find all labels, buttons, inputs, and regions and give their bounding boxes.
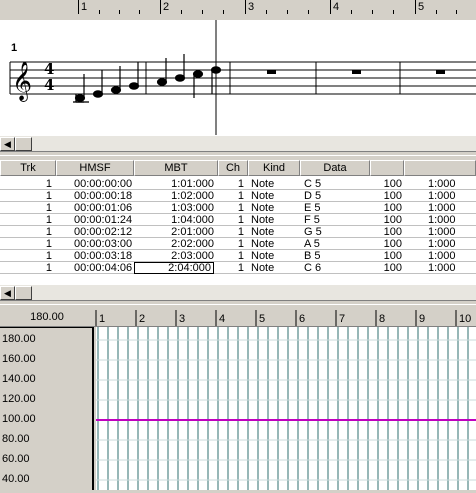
tempo-ruler-label: 1 (99, 313, 105, 325)
ruler-measure-label: 5 (418, 1, 425, 13)
column-header-mbt[interactable]: MBT (134, 160, 218, 176)
table-row[interactable]: 1 00:00:01:24 1:04:000 1 Note F 5 100 1:… (0, 214, 476, 226)
scroll-thumb[interactable] (15, 286, 32, 300)
tempo-view[interactable]: 180.00 1 2 3 4 5 6 7 8 9 10 180.00 160.00 140.00 … (0, 308, 476, 490)
tempo-grid[interactable] (96, 327, 476, 490)
column-header-trk[interactable]: Trk (0, 160, 56, 176)
ruler-measure-label: 1 (81, 1, 88, 13)
event-list-header: Trk HMSF MBT Ch Kind Data (0, 160, 476, 176)
selected-cell[interactable]: 2:04:000 (134, 262, 214, 274)
time-signature-bottom: 4 (44, 76, 54, 94)
tempo-axis-label: 160.00 (2, 353, 36, 365)
tempo-ruler-label: 6 (299, 313, 305, 325)
measure-ruler[interactable]: 1 2 3 4 5 (0, 0, 476, 21)
whole-rest-icon (436, 70, 445, 74)
column-header-blank[interactable] (404, 160, 476, 176)
table-row[interactable]: 1 00:00:04:06 2:04:000 1 Note C 6 100 1:… (0, 262, 476, 274)
ruler-tick (245, 0, 246, 14)
tempo-ruler[interactable]: 1 2 3 4 5 6 7 8 9 10 (94, 308, 476, 327)
whole-rest-icon (352, 70, 361, 74)
staff-notation: 𝄞 1 4 4 (9, 20, 476, 135)
table-row[interactable]: 1 00:00:02:12 2:01:000 1 Note G 5 100 1:… (0, 226, 476, 238)
ruler-tick (78, 0, 79, 14)
tempo-ruler-label: 7 (339, 313, 345, 325)
table-row[interactable]: 1 00:00:00:00 1:01:000 1 Note C 5 100 1:… (0, 178, 476, 190)
ruler-measure-label: 2 (163, 1, 170, 13)
tempo-axis-label: 180.00 (2, 333, 36, 345)
tempo-ruler-svg: 1 2 3 4 5 6 7 8 9 10 (95, 310, 471, 326)
measure-number: 1 (11, 42, 17, 54)
ruler-tick (160, 0, 161, 14)
tempo-axis: 180.00 160.00 140.00 120.00 100.00 80.00… (0, 327, 94, 490)
ruler-tick (415, 0, 416, 14)
ruler-measure-label: 4 (333, 1, 340, 13)
tempo-axis-label: 140.00 (2, 373, 36, 385)
tempo-ruler-label: 5 (259, 313, 265, 325)
tempo-ruler-label: 2 (139, 313, 145, 325)
event-list-hscrollbar[interactable]: ◀ (0, 284, 476, 301)
ruler-tick (330, 0, 331, 14)
tempo-ruler-label: 4 (219, 313, 225, 325)
column-header-hmsf[interactable]: HMSF (56, 160, 134, 176)
tempo-ruler-label: 9 (419, 313, 425, 325)
column-header-data[interactable]: Data (300, 160, 370, 176)
scroll-thumb[interactable] (15, 137, 32, 151)
table-row[interactable]: 1 00:00:03:00 2:02:000 1 Note A 5 100 1:… (0, 238, 476, 250)
column-header-blank[interactable] (370, 160, 404, 176)
column-header-ch[interactable]: Ch (218, 160, 248, 176)
column-header-kind[interactable]: Kind (248, 160, 300, 176)
tempo-axis-label: 40.00 (2, 473, 30, 485)
tempo-axis-label: 120.00 (2, 393, 36, 405)
tempo-axis-label: 80.00 (2, 433, 30, 445)
tempo-ruler-label: 10 (459, 313, 471, 325)
event-list[interactable]: 1 00:00:00:00 1:01:000 1 Note C 5 100 1:… (0, 176, 476, 284)
tempo-ruler-label: 8 (379, 313, 385, 325)
whole-rest-icon (267, 70, 276, 74)
tempo-axis-label: 60.00 (2, 453, 30, 465)
tempo-ruler-label: 3 (179, 313, 185, 325)
scroll-left-button[interactable]: ◀ (0, 286, 15, 300)
scroll-left-button[interactable]: ◀ (0, 137, 15, 151)
tempo-axis-label: 100.00 (2, 413, 36, 425)
ruler-measure-label: 3 (248, 1, 255, 13)
staff-view[interactable]: 𝄞 1 4 4 (0, 20, 476, 135)
table-row[interactable]: 1 00:00:03:18 2:03:000 1 Note B 5 100 1:… (0, 250, 476, 262)
table-row[interactable]: 1 00:00:01:06 1:03:000 1 Note E 5 100 1:… (0, 202, 476, 214)
treble-clef-icon: 𝄞 (12, 61, 32, 102)
tempo-grid-svg (96, 327, 476, 490)
staff-hscrollbar[interactable]: ◀ (0, 135, 476, 152)
current-tempo-display: 180.00 (0, 308, 94, 327)
table-row[interactable]: 1 00:00:00:18 1:02:000 1 Note D 5 100 1:… (0, 190, 476, 202)
